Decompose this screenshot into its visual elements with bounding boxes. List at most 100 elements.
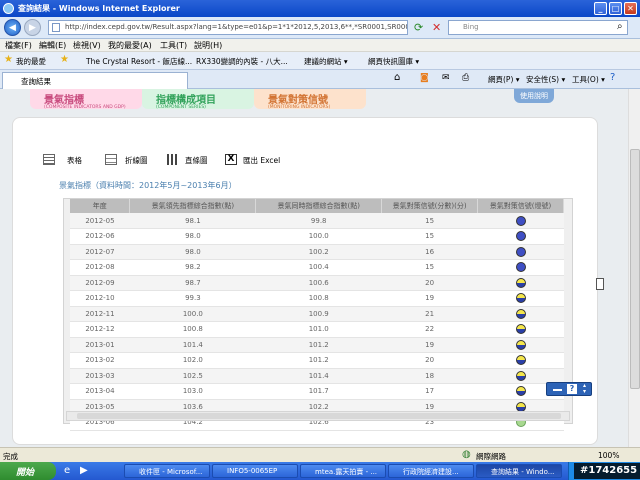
col-light[interactable]: 景氣對策信號(燈號) xyxy=(477,199,564,213)
page-icon xyxy=(52,23,60,32)
cell-score: 22 xyxy=(381,321,478,338)
signal-yellow-blue-icon xyxy=(515,339,526,350)
menu-tools[interactable]: 工具(T) xyxy=(160,40,187,51)
scroll-thumb[interactable] xyxy=(77,413,561,419)
excel-icon[interactable]: X xyxy=(225,154,237,165)
menu-file[interactable]: 檔案(F) xyxy=(5,40,32,51)
table-row: 2012-09 98.7 100.6 20 xyxy=(70,275,564,291)
table-title: 景氣指標（資料時間：2012年5月~2013年6月） xyxy=(59,181,237,190)
page-menu[interactable]: 網頁(P) ▾ xyxy=(488,74,520,85)
col-coincident[interactable]: 景氣同時指標綜合指數(點) xyxy=(255,199,383,213)
safety-menu[interactable]: 安全性(S) ▾ xyxy=(526,74,565,85)
signal-yellow-blue-icon xyxy=(515,370,526,381)
tools-menu[interactable]: 工具(O) ▾ xyxy=(572,74,605,85)
tab-query-result[interactable]: 查詢結果 xyxy=(2,72,188,89)
help-icon[interactable]: ? xyxy=(610,72,615,83)
table-icon[interactable] xyxy=(43,154,55,165)
signal-yellow-blue-icon xyxy=(515,386,526,397)
export-excel-button[interactable]: 匯出 Excel xyxy=(243,155,280,166)
table-view-button[interactable]: 表格 xyxy=(67,155,82,166)
col-leading[interactable]: 景氣領先指標綜合指數(點) xyxy=(129,199,257,213)
cell-year: 2013-03 xyxy=(70,368,130,384)
minus-icon[interactable] xyxy=(553,389,562,391)
favorites-star-icon: ★ xyxy=(4,54,13,65)
cell-coincident: 100.8 xyxy=(255,290,382,307)
vertical-scrollbar[interactable] xyxy=(628,89,640,447)
task-ruten[interactable]: mtea.露天拍賣 - ... xyxy=(300,464,386,478)
cell-leading: 98.1 xyxy=(129,213,256,229)
cell-year: 2012-06 xyxy=(70,228,130,245)
cell-year: 2013-02 xyxy=(70,352,130,369)
table-row: 2012-08 98.2 100.4 15 xyxy=(70,259,564,276)
url-input[interactable]: http://index.cepd.gov.tw/Result.aspx?lan… xyxy=(48,20,408,35)
page-side-marker xyxy=(596,278,604,290)
zoom-level[interactable]: 100% xyxy=(598,451,619,460)
print-icon[interactable]: ⎙ xyxy=(462,73,469,83)
cell-leading: 98.0 xyxy=(129,228,256,245)
start-button[interactable]: 開始 xyxy=(0,462,56,480)
cell-coincident: 101.2 xyxy=(255,352,382,369)
cell-leading: 98.0 xyxy=(129,244,256,260)
col-score[interactable]: 景氣對策信號(分數)(分) xyxy=(381,199,479,213)
favorites-label[interactable]: 我的最愛 xyxy=(16,56,46,67)
favorite-item-rx330[interactable]: RX330變調的內裝 - 八大... xyxy=(196,56,288,67)
menu-favorites[interactable]: 我的最愛(A) xyxy=(108,40,152,51)
refresh-icon[interactable]: ⟳ xyxy=(414,21,423,34)
mail-icon[interactable]: ✉ xyxy=(442,73,450,83)
vertical-scroll-thumb[interactable] xyxy=(630,149,640,389)
favorite-item-suggested[interactable]: 建議的網站 ▾ xyxy=(304,56,348,67)
cell-year: 2012-11 xyxy=(70,306,130,322)
cell-leading: 103.0 xyxy=(129,383,256,400)
line-chart-button[interactable]: 折線圖 xyxy=(125,155,148,166)
cell-score: 17 xyxy=(381,383,478,400)
feeds-icon[interactable]: ◙ xyxy=(420,73,429,83)
forward-icon[interactable]: ▶ xyxy=(24,19,41,36)
home-icon[interactable]: ⌂ xyxy=(394,72,400,83)
nav-tab-monitoring[interactable]: 景氣對策信號 (MONITORING INDICATORS) xyxy=(254,89,366,110)
status-bar: 完成 ◍ 網際網路 100% xyxy=(0,447,640,462)
horizontal-scrollbar[interactable] xyxy=(66,411,570,421)
bar-chart-icon[interactable] xyxy=(165,154,177,165)
cell-score: 20 xyxy=(381,275,478,291)
search-icon[interactable]: ⌕ xyxy=(617,21,623,32)
table-row: 2013-01 101.4 101.2 19 xyxy=(70,337,564,353)
favorite-item-webslice[interactable]: 網頁快訊圖庫 ▾ xyxy=(368,56,419,67)
signal-blue-icon xyxy=(515,215,526,226)
floating-toolbox[interactable]: ? ▴ ▾ xyxy=(546,382,592,396)
quicklaunch-media-icon[interactable]: ▶ xyxy=(80,465,88,476)
search-input[interactable]: Bing xyxy=(448,20,628,35)
favorite-item-crystal[interactable]: The Crystal Resort - 飯店線... xyxy=(86,56,192,67)
help-link[interactable]: 使用說明 xyxy=(514,89,554,103)
bar-chart-button[interactable]: 直條圖 xyxy=(185,155,208,166)
signal-yellow-blue-icon xyxy=(515,308,526,319)
signal-blue-icon xyxy=(515,246,526,257)
stop-icon[interactable]: ✕ xyxy=(432,21,441,34)
cell-light xyxy=(477,228,564,245)
menu-view[interactable]: 檢視(V) xyxy=(73,40,101,51)
task-cepd[interactable]: 行政院經濟建設... xyxy=(388,464,474,478)
close-icon[interactable]: ✕ xyxy=(624,2,637,15)
signal-yellow-blue-icon xyxy=(515,324,526,335)
nav-tab-components[interactable]: 指標構成項目 (COMPONENT SERIES) xyxy=(142,89,254,110)
question-icon[interactable]: ? xyxy=(567,384,577,394)
cell-year: 2012-07 xyxy=(70,244,130,260)
menu-help[interactable]: 說明(H) xyxy=(194,40,222,51)
quicklaunch-ie-icon[interactable]: e xyxy=(64,465,70,476)
col-year[interactable]: 年度 xyxy=(70,199,131,213)
task-query-result[interactable]: 查詢結果 - Windo... xyxy=(476,464,562,478)
watermark-badge: #1742655 xyxy=(574,463,640,479)
add-favorite-icon[interactable]: ★ xyxy=(60,54,69,65)
line-chart-icon[interactable] xyxy=(105,154,117,165)
task-folder[interactable]: INFO5-0065EP xyxy=(212,464,298,478)
spin-icon[interactable]: ▴ ▾ xyxy=(583,383,586,395)
back-icon[interactable]: ◀ xyxy=(4,19,21,36)
minimize-icon[interactable]: _ xyxy=(594,2,607,15)
maximize-icon[interactable]: □ xyxy=(609,2,622,15)
nav-tab-indicators[interactable]: 景氣指標 (COMPOSITE INDICATORS AND GDP) xyxy=(30,89,142,110)
cell-score: 15 xyxy=(381,213,478,229)
cell-coincident: 101.0 xyxy=(255,321,382,338)
task-outlook[interactable]: 收件匣 - Microsof... xyxy=(124,464,210,478)
menu-edit[interactable]: 編輯(E) xyxy=(39,40,66,51)
cell-year: 2012-12 xyxy=(70,321,130,338)
cell-leading: 101.4 xyxy=(129,337,256,353)
